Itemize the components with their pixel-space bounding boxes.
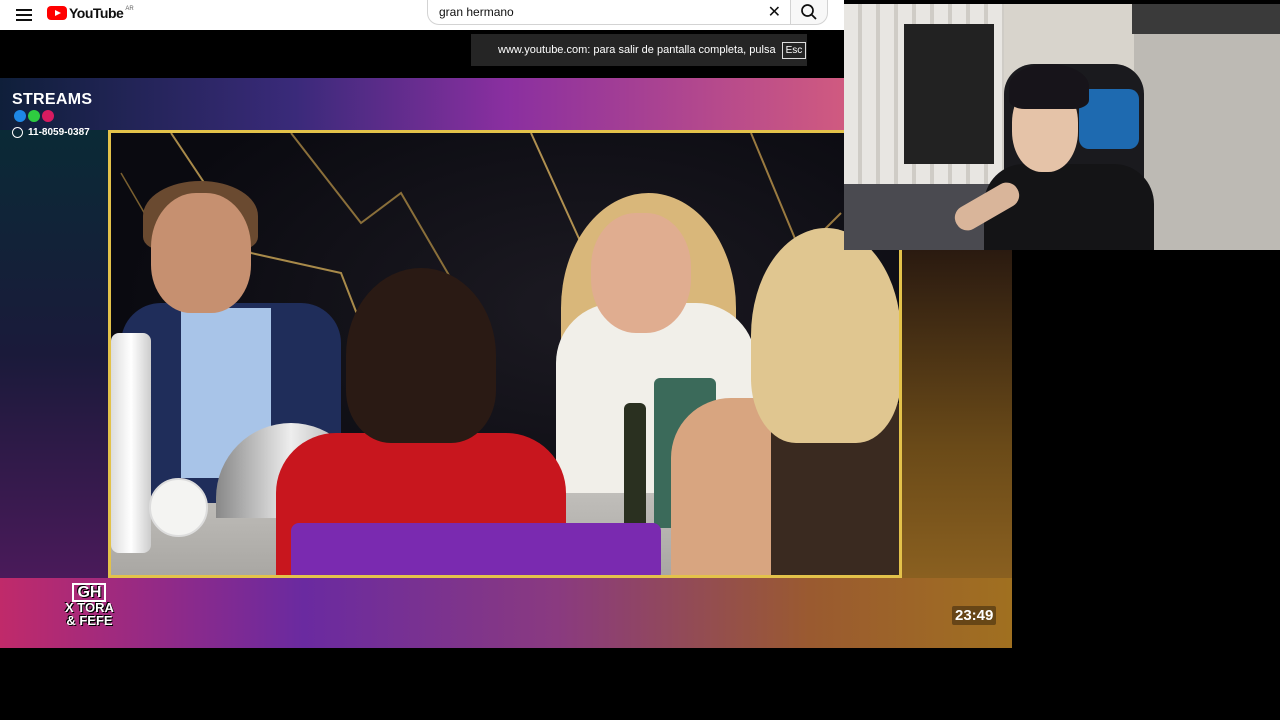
whatsapp-icon — [12, 127, 23, 138]
hamburger-menu-icon[interactable] — [16, 6, 32, 22]
esc-key-badge: Esc — [781, 41, 807, 59]
streamer-hair — [1009, 64, 1089, 109]
fullscreen-notice-text: www.youtube.com: para salir de pantalla … — [498, 44, 776, 56]
country-code: AR — [125, 6, 134, 12]
show-logo: GH X TORA & FEFE — [65, 583, 114, 627]
green-dot — [28, 110, 40, 122]
wine-bottle — [624, 403, 646, 533]
person-3-face — [591, 213, 691, 333]
shelf — [1132, 4, 1280, 34]
purple-chair — [291, 523, 661, 575]
close-icon[interactable]: ✕ — [768, 2, 781, 22]
person-4-hair — [751, 228, 899, 443]
thermos-white — [111, 333, 151, 553]
youtube-play-icon — [47, 6, 67, 20]
search-input[interactable]: gran hermano ✕ — [427, 0, 791, 25]
paper-towel-roll — [149, 478, 208, 537]
wardrobe — [1134, 34, 1280, 250]
search-query: gran hermano — [439, 5, 514, 19]
broadcast-clock: 23:49 — [952, 606, 997, 625]
youtube-logo-text: YouTube — [69, 5, 124, 21]
phone-number: 11-8059-0387 — [28, 127, 90, 138]
streams-brand: STREAMS — [12, 91, 93, 108]
youtube-header: YouTube AR gran hermano ✕ — [0, 0, 844, 30]
pink-dot — [42, 110, 54, 122]
broadcast-scene — [108, 130, 902, 578]
blue-dot — [14, 110, 26, 122]
person-1-face — [151, 193, 251, 313]
webcam-overlay — [844, 4, 1280, 250]
window — [904, 24, 994, 164]
frame-top-band — [0, 78, 844, 130]
search-icon — [801, 4, 817, 20]
fullscreen-notice: www.youtube.com: para salir de pantalla … — [471, 34, 807, 66]
frame-bottom-band — [0, 578, 1012, 648]
frame-left-band — [0, 130, 108, 578]
search-button[interactable] — [790, 0, 828, 25]
person-2-hair — [346, 268, 496, 443]
brand-dots — [14, 110, 54, 122]
youtube-logo[interactable]: YouTube AR — [47, 5, 134, 21]
contact-phone: 11-8059-0387 — [12, 127, 90, 138]
frame-right-band — [902, 250, 1012, 578]
show-logo-line3: & FEFE — [66, 612, 113, 628]
